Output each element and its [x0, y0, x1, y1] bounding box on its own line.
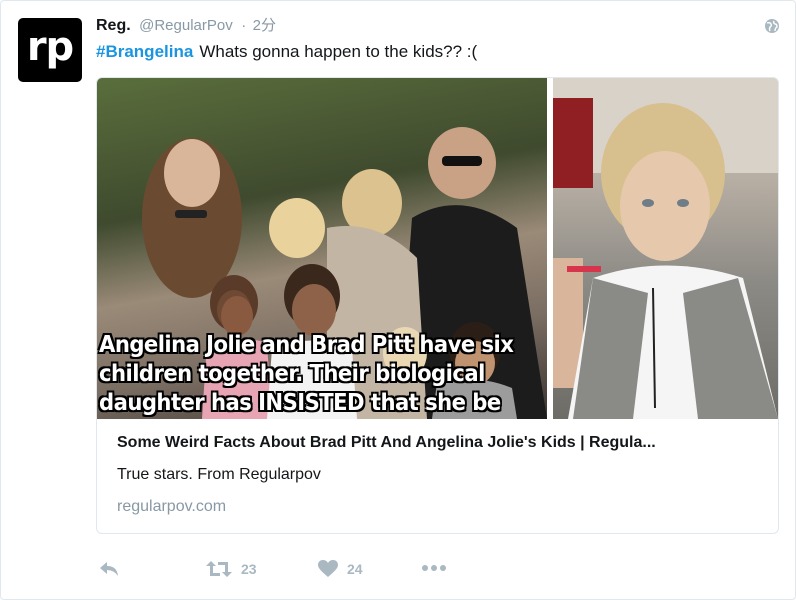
card-image[interactable]: Angelina Jolie and Brad Pitt have six ch… — [97, 78, 778, 419]
avatar-logo-text: rp — [26, 24, 74, 70]
reply-icon — [100, 562, 118, 576]
overlay-line: Angelina Jolie and Brad Pitt have six — [99, 332, 514, 358]
overlay-line: daughter has INSISTED that she be — [99, 390, 501, 416]
retweet-icon — [206, 561, 232, 577]
avatar[interactable]: rp — [18, 18, 82, 82]
retweet-count: 23 — [241, 561, 257, 577]
display-name[interactable]: Reg. — [96, 17, 131, 34]
handle[interactable]: @RegularPov — [139, 17, 233, 34]
like-count: 24 — [347, 561, 363, 577]
more-button[interactable] — [421, 564, 447, 572]
tweet-body: Whats gonna happen to the kids?? :( — [199, 42, 478, 61]
card-body: Some Weird Facts About Brad Pitt And Ang… — [117, 434, 758, 516]
card-image-right — [553, 78, 778, 419]
card-domain[interactable]: regularpov.com — [117, 498, 758, 516]
more-icon — [422, 565, 446, 571]
card-image-overlay-text: Angelina Jolie and Brad Pitt have six ch… — [99, 331, 514, 418]
reply-button[interactable] — [98, 560, 120, 578]
like-button[interactable]: 24 — [318, 560, 363, 578]
card-description: True stars. From Regularpov — [117, 466, 321, 483]
child-photo — [553, 78, 778, 419]
link-card[interactable]: Angelina Jolie and Brad Pitt have six ch… — [96, 77, 779, 534]
tweet-actions: 23 24 — [96, 560, 496, 584]
tweet-header: Reg. @RegularPov · 2分 — [96, 14, 276, 35]
tweet-text: #Brangelina Whats gonna happen to the kid… — [96, 42, 477, 62]
retweet-button[interactable]: 23 — [206, 560, 257, 578]
time-separator: · — [241, 17, 247, 34]
card-title[interactable]: Some Weird Facts About Brad Pitt And Ang… — [117, 434, 758, 452]
hashtag-link[interactable]: #Brangelina — [96, 42, 193, 61]
timestamp[interactable]: 2分 — [253, 17, 276, 34]
card-image-left: Angelina Jolie and Brad Pitt have six ch… — [97, 78, 547, 419]
globe-icon[interactable] — [764, 18, 780, 34]
heart-icon — [318, 560, 338, 577]
overlay-line: children together. Their biological — [99, 361, 485, 387]
